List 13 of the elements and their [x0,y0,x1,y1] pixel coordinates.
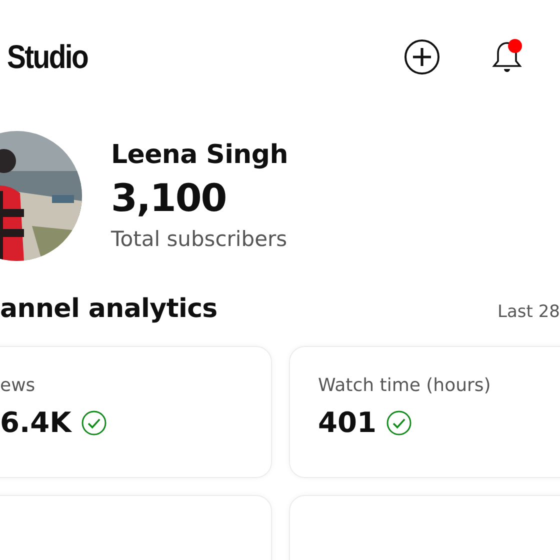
channel-name: Leena Singh [111,139,288,172]
period-label: Last 28 [498,302,560,322]
subscriber-count: 3,100 [111,175,228,222]
metric-value: 401 [318,406,376,439]
subscriber-label: Total subscribers [111,226,288,253]
app-title: Studio [7,38,88,76]
metric-label: ews [0,375,36,396]
metric-label: Watch time (hours) [318,375,492,396]
section-title: annel analytics [0,294,218,324]
metric-card[interactable]: Watch time (hours) 401 [289,346,560,478]
metric-value: 6.4K [0,406,72,439]
metric-card[interactable]: ews 6.4K [0,346,272,478]
create-icon[interactable] [403,38,441,76]
